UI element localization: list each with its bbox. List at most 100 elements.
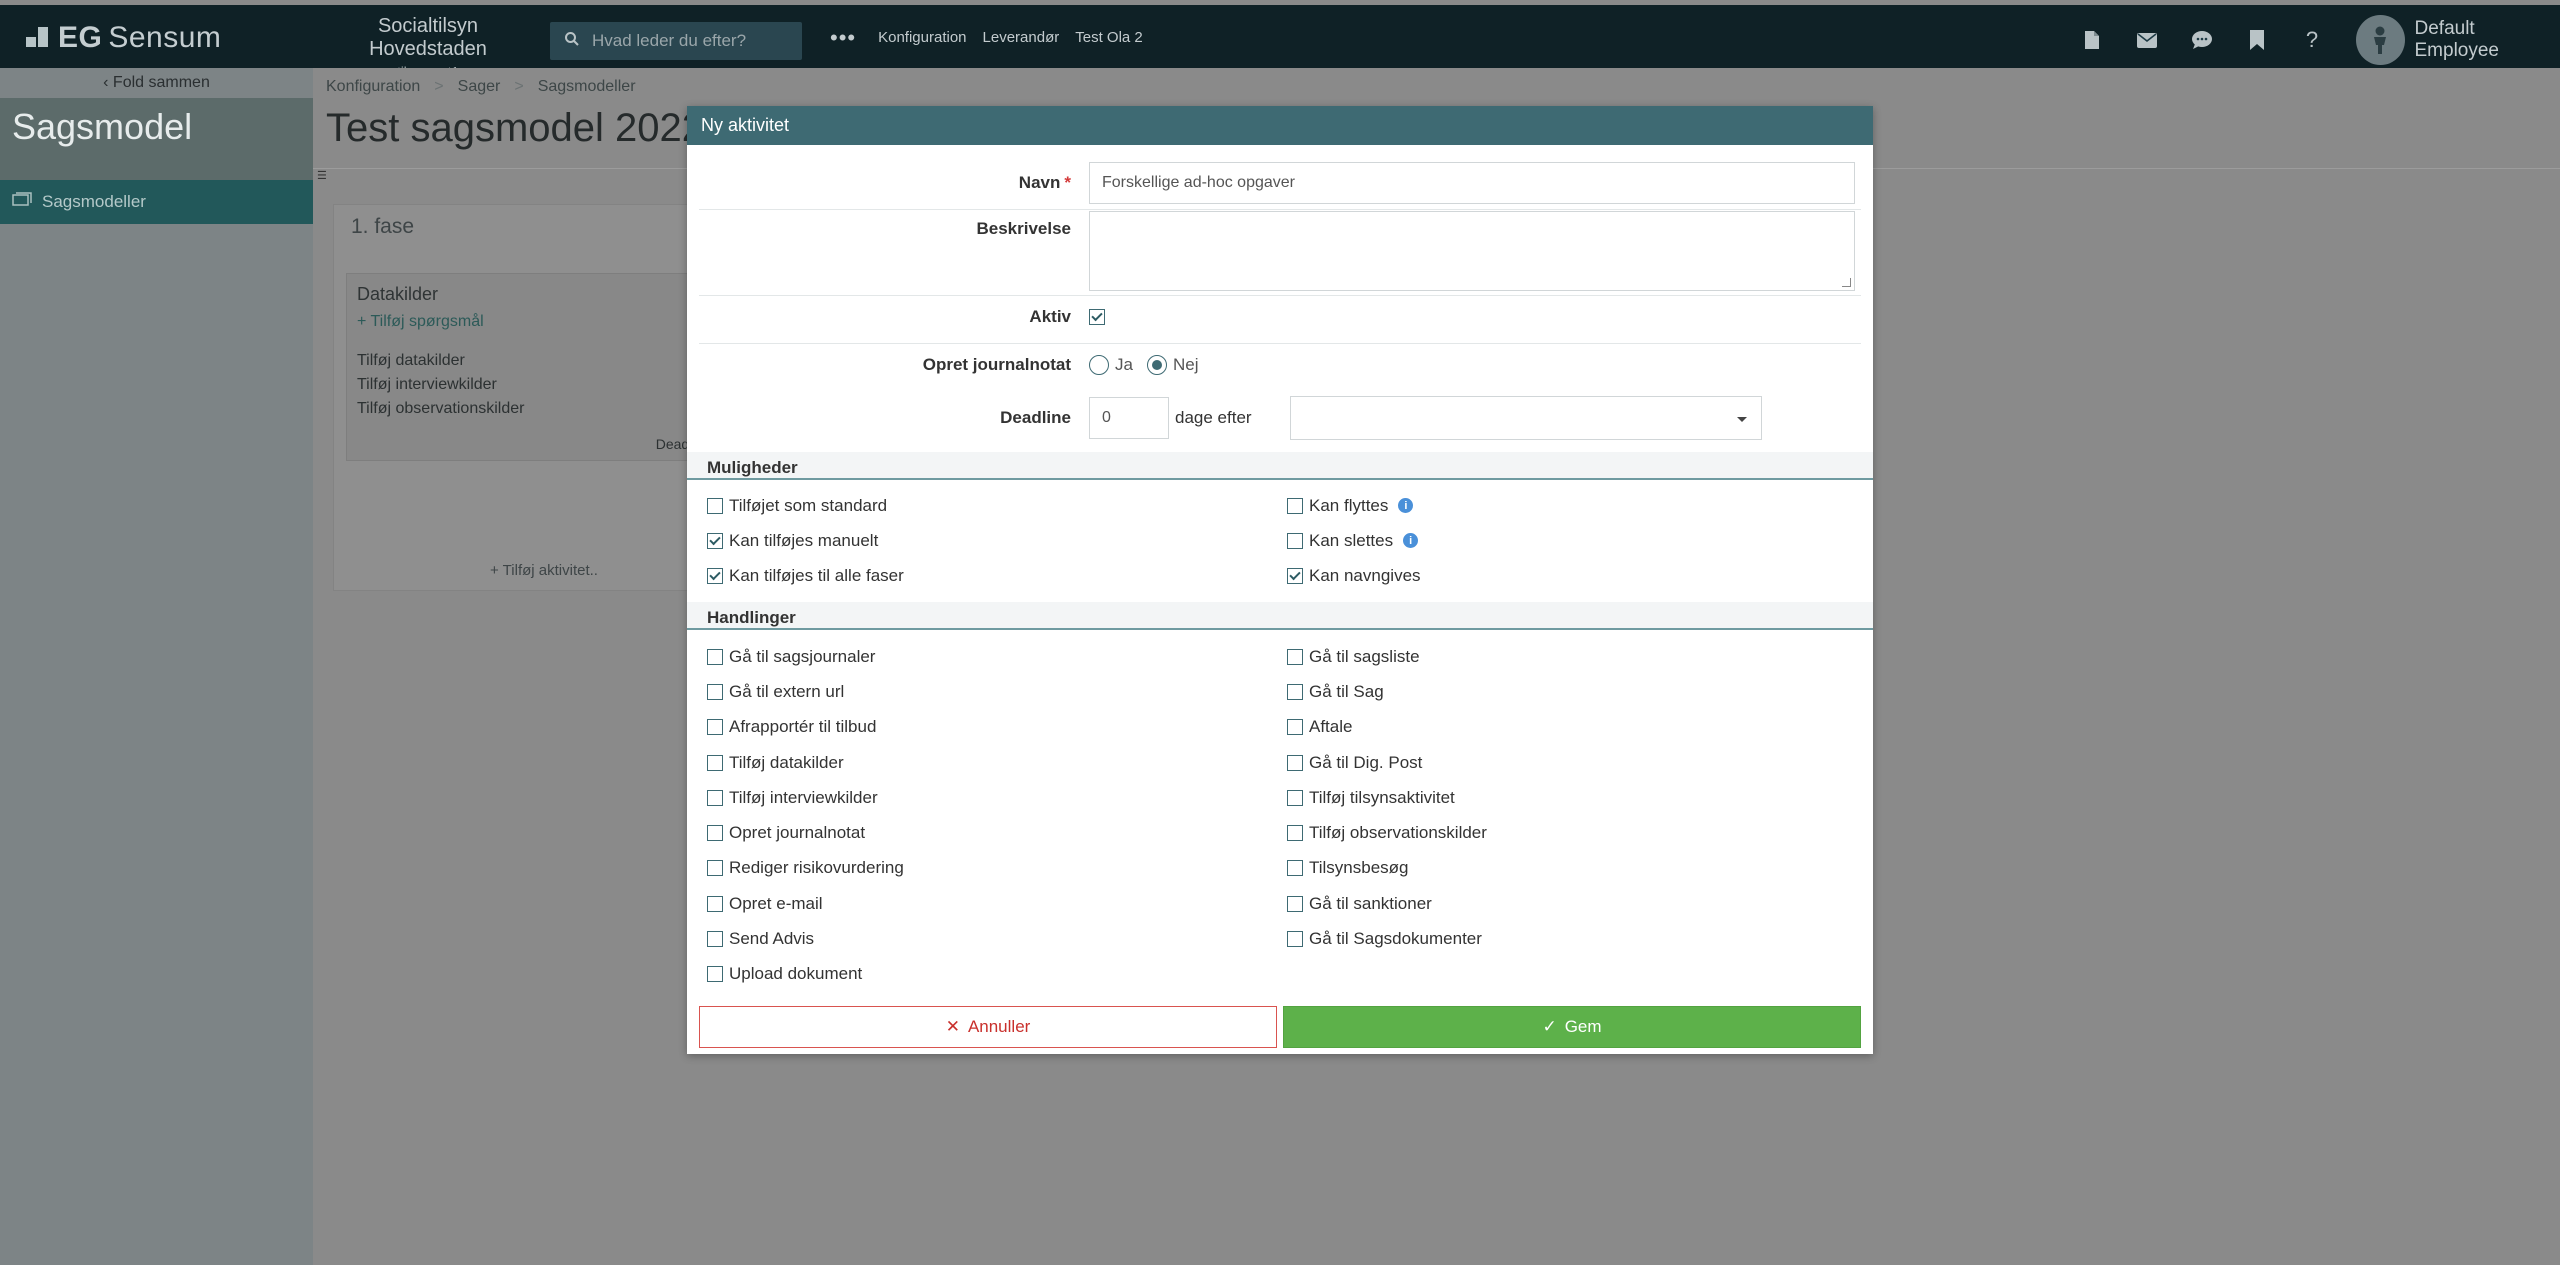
cancel-button[interactable]: ✕ Annuller: [699, 1006, 1277, 1048]
document-icon[interactable]: [2078, 23, 2106, 57]
capability-checkbox[interactable]: [707, 497, 723, 514]
filter-icon[interactable]: ☰: [317, 170, 327, 182]
action-option[interactable]: Gå til extern url: [707, 674, 1287, 709]
action-checkbox[interactable]: [707, 931, 723, 948]
active-label: Aktiv: [1029, 307, 1071, 326]
action-option[interactable]: Tilføj interviewkilder: [707, 780, 1287, 815]
journal-label: Opret journalnotat: [922, 355, 1071, 374]
action-checkbox[interactable]: [707, 648, 723, 665]
info-icon[interactable]: i: [1403, 533, 1419, 549]
nav-konfiguration[interactable]: Konfiguration: [878, 29, 966, 46]
action-option[interactable]: Opret e-mail: [707, 886, 1287, 921]
resize-handle-icon[interactable]: [1842, 278, 1851, 287]
deadline-reference-select[interactable]: [1289, 396, 1762, 440]
action-checkbox[interactable]: [1287, 648, 1303, 665]
activity-link[interactable]: Tilføj interviewkilder: [357, 373, 743, 397]
nav-leverandor[interactable]: Leverandør: [983, 29, 1060, 46]
action-option[interactable]: Tilføj tilsynsaktivitet: [1287, 780, 1867, 815]
action-option[interactable]: Tilføj datakilder: [707, 745, 1287, 780]
action-label: Rediger risikovurdering: [729, 858, 904, 878]
action-checkbox[interactable]: [707, 789, 723, 806]
deadline-days-input[interactable]: 0: [1089, 397, 1169, 439]
sidebar-item-sagsmodeller[interactable]: Sagsmodeller: [0, 180, 313, 224]
action-checkbox[interactable]: [1287, 825, 1303, 842]
capability-checkbox[interactable]: [1287, 532, 1303, 549]
breadcrumb: Konfiguration > Sager > Sagsmodeller: [326, 78, 636, 96]
action-option[interactable]: Rediger risikovurdering: [707, 851, 1287, 886]
more-menu-icon[interactable]: •••: [830, 26, 856, 48]
name-input[interactable]: [1089, 162, 1855, 204]
capability-option[interactable]: Kan tilføjes til alle faser: [707, 559, 1287, 594]
deadline-row: Deadline 0 dage efter: [699, 396, 1861, 440]
action-label: Gå til sagsjournaler: [729, 646, 876, 666]
nav-test-ola[interactable]: Test Ola 2: [1075, 29, 1143, 46]
capability-checkbox[interactable]: [1287, 497, 1303, 514]
name-row: Navn *: [699, 162, 1861, 204]
action-option[interactable]: Tilføj observationskilder: [1287, 815, 1867, 850]
help-icon[interactable]: ?: [2298, 23, 2326, 57]
action-checkbox[interactable]: [707, 860, 723, 877]
action-label: Tilføj observationskilder: [1309, 823, 1487, 843]
breadcrumb-sager[interactable]: Sager: [458, 78, 501, 96]
action-option[interactable]: Upload dokument: [707, 957, 1287, 992]
action-checkbox[interactable]: [707, 754, 723, 771]
action-checkbox[interactable]: [707, 825, 723, 842]
brand-logo[interactable]: EG Sensum: [26, 21, 221, 55]
action-option[interactable]: Gå til sagsliste: [1287, 639, 1867, 674]
model-icon: [12, 191, 32, 213]
action-checkbox[interactable]: [707, 719, 723, 736]
description-textarea[interactable]: [1089, 211, 1855, 291]
action-checkbox[interactable]: [1287, 683, 1303, 700]
action-option[interactable]: Gå til Sagsdokumenter: [1287, 921, 1867, 956]
search-input[interactable]: [592, 31, 792, 51]
action-label: Tilføj interviewkilder: [729, 787, 878, 807]
capability-checkbox[interactable]: [707, 568, 723, 585]
info-icon[interactable]: i: [1398, 498, 1414, 514]
mail-icon[interactable]: [2133, 23, 2161, 57]
action-checkbox[interactable]: [707, 683, 723, 700]
action-option[interactable]: Opret journalnotat: [707, 815, 1287, 850]
capability-option[interactable]: Kan tilføjes manuelt: [707, 523, 1287, 558]
user-menu[interactable]: Default Employee: [2356, 15, 2560, 65]
action-label: Opret e-mail: [729, 893, 823, 913]
collapse-sidebar-button[interactable]: ‹ Fold sammen: [0, 74, 313, 92]
action-option[interactable]: Gå til sagsjournaler: [707, 639, 1287, 674]
action-label: Aftale: [1309, 717, 1353, 737]
action-option[interactable]: Afrapportér til tilbud: [707, 710, 1287, 745]
add-question-link[interactable]: + Tilføj spørgsmål: [357, 313, 743, 331]
active-checkbox[interactable]: [1089, 309, 1105, 325]
action-checkbox[interactable]: [707, 966, 723, 983]
action-checkbox[interactable]: [1287, 789, 1303, 806]
bookmark-icon[interactable]: [2243, 23, 2271, 57]
action-checkbox[interactable]: [1287, 719, 1303, 736]
capability-option[interactable]: Kan navngives: [1287, 559, 1867, 594]
action-label: Send Advis: [729, 929, 815, 949]
journal-no-radio[interactable]: [1146, 355, 1167, 375]
capability-option[interactable]: Kan slettes i: [1287, 523, 1867, 558]
capability-option[interactable]: Tilføjet som standard: [707, 488, 1287, 523]
save-button[interactable]: ✓ Gem: [1283, 1006, 1861, 1048]
breadcrumb-konfiguration[interactable]: Konfiguration: [326, 78, 420, 96]
capability-checkbox[interactable]: [707, 532, 723, 549]
action-checkbox[interactable]: [707, 895, 723, 912]
journal-yes-radio[interactable]: [1089, 355, 1109, 375]
global-search[interactable]: [550, 22, 802, 60]
action-option[interactable]: Tilsynsbesøg: [1287, 851, 1867, 886]
chat-icon[interactable]: [2188, 23, 2216, 57]
activity-link[interactable]: Tilføj datakilder: [357, 349, 743, 373]
capability-option[interactable]: Kan flyttes i: [1287, 488, 1867, 523]
action-option[interactable]: Gå til Dig. Post: [1287, 745, 1867, 780]
action-checkbox[interactable]: [1287, 931, 1303, 948]
action-checkbox[interactable]: [1287, 754, 1303, 771]
action-checkbox[interactable]: [1287, 895, 1303, 912]
breadcrumb-sagsmodeller[interactable]: Sagsmodeller: [538, 78, 636, 96]
capability-checkbox[interactable]: [1287, 568, 1303, 585]
action-checkbox[interactable]: [1287, 860, 1303, 877]
action-option[interactable]: Aftale: [1287, 710, 1867, 745]
activity-link[interactable]: Tilføj observationskilder: [357, 397, 743, 421]
action-option[interactable]: Gå til Sag: [1287, 674, 1867, 709]
action-label: Gå til Sagsdokumenter: [1309, 929, 1482, 949]
action-option[interactable]: Gå til sanktioner: [1287, 886, 1867, 921]
check-icon: ✓: [1542, 1017, 1557, 1036]
action-option[interactable]: Send Advis: [707, 921, 1287, 956]
